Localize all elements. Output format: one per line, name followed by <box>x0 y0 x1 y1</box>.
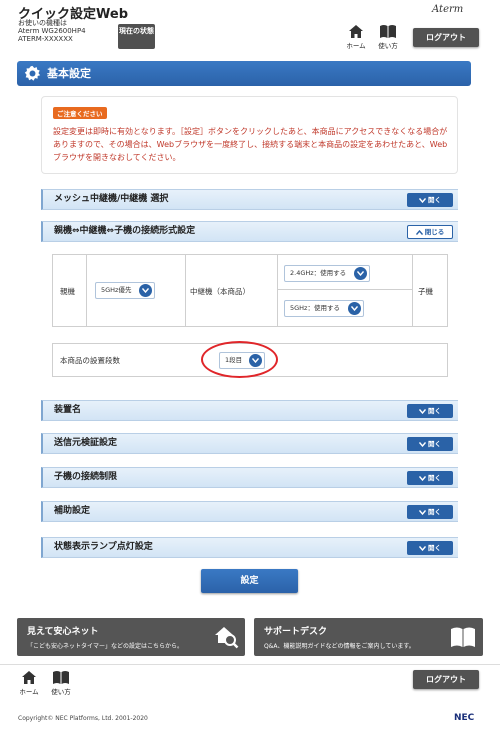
accordion-label: 状態表示ランプ点灯設定 <box>54 542 153 552</box>
install-count-label: 本商品の設置段数 <box>60 356 120 365</box>
home-label: ホーム <box>19 688 39 696</box>
usage-label: 使い方 <box>51 688 71 696</box>
current-status-button[interactable]: 現在の状態 <box>118 24 155 49</box>
accordion-client-restriction[interactable]: 子機の接続制限 開く <box>41 467 458 488</box>
aterm-logo: Aterm <box>432 4 464 15</box>
notice-box: ご注意ください 設定変更は即時に有効となります。［設定］ボタンをクリックしたあと… <box>41 96 458 174</box>
connection-table: 親機 5GHz優先 中継機（本商品） 2.4GHz：使用する 5GHz：使用する… <box>52 254 448 327</box>
accordion-label: 送信元検証設定 <box>54 438 118 448</box>
accordion-source-verification[interactable]: 送信元検証設定 開く <box>41 433 458 454</box>
home-label: ホーム <box>346 42 366 50</box>
open-button[interactable]: 開く <box>407 505 453 519</box>
banner-subtitle: 「こども安心ネットタイマー」などの設定はこちらから。 <box>27 643 184 650</box>
divider <box>277 289 412 290</box>
device-model: Aterm WG2600HP4 <box>18 27 86 35</box>
usage-nav[interactable]: 使い方 <box>374 24 402 52</box>
chevron-up-icon <box>415 229 423 235</box>
chevron-down-icon <box>418 408 427 414</box>
home-icon <box>349 25 363 38</box>
accordion-label: 補助設定 <box>54 506 91 516</box>
footer-usage-nav[interactable]: 使い方 <box>47 670 75 698</box>
accordion-label: 子機の接続制限 <box>54 472 118 482</box>
logout-button[interactable]: ログアウト <box>413 28 479 47</box>
banner-subtitle: Q&A、機能説明ガイドなどの情報をご案内しています。 <box>264 643 415 650</box>
open-button[interactable]: 開く <box>407 193 453 207</box>
accordion-label: メッシュ中継機/中継機 選択 <box>54 194 169 204</box>
book-icon <box>451 627 475 647</box>
open-button[interactable]: 開く <box>407 471 453 485</box>
book-icon <box>53 671 69 684</box>
chevron-down-icon <box>418 545 427 551</box>
close-button[interactable]: 閉じる <box>407 225 453 239</box>
parent-band-select[interactable]: 5GHz優先 <box>95 282 155 299</box>
repeater-5ghz-select[interactable]: 5GHz：使用する <box>284 300 364 317</box>
device-info: お使いの機種は Aterm WG2600HP4 ATERM-XXXXXX <box>18 19 86 43</box>
accordion-device-name[interactable]: 装置名 開く <box>41 400 458 421</box>
magnifier-house-icon <box>215 627 239 649</box>
divider <box>277 255 278 326</box>
parent-label: 親機 <box>60 287 75 296</box>
open-button[interactable]: 開く <box>407 404 453 418</box>
repeater-24ghz-select[interactable]: 2.4GHz：使用する <box>284 265 370 282</box>
apply-button[interactable]: 設定 <box>201 569 298 593</box>
open-button[interactable]: 開く <box>407 541 453 555</box>
support-desk-banner[interactable]: サポートデスク Q&A、機能説明ガイドなどの情報をご案内しています。 <box>254 618 483 656</box>
repeater-label: 中継機（本商品） <box>190 287 250 296</box>
accordion-status-lamp[interactable]: 状態表示ランプ点灯設定 開く <box>41 537 458 558</box>
divider <box>185 255 186 326</box>
banner-title: 見えて安心ネット <box>27 627 99 637</box>
accordion-mesh-select[interactable]: メッシュ中継機/中継機 選択 開く <box>41 189 458 210</box>
device-caption: お使いの機種は <box>18 19 67 27</box>
gear-icon <box>24 65 41 81</box>
section-title: 基本設定 <box>47 67 91 80</box>
banner-title: サポートデスク <box>264 627 328 637</box>
footer-logout-button[interactable]: ログアウト <box>413 670 479 689</box>
highlight-circle <box>201 341 278 378</box>
accordion-label: 親機⇔中継機⇔子機の接続形式設定 <box>54 226 196 236</box>
nec-logo: NEC <box>454 713 475 723</box>
home-icon <box>22 671 36 684</box>
accordion-connection-type[interactable]: 親機⇔中継機⇔子機の接続形式設定 閉じる <box>41 221 458 242</box>
section-header: 基本設定 <box>17 61 471 86</box>
accordion-label: 装置名 <box>54 405 82 415</box>
usage-label: 使い方 <box>378 42 398 50</box>
notice-text: 設定変更は即時に有効となります。［設定］ボタンをクリックしたあと、本商品にアクセ… <box>53 127 448 162</box>
child-label: 子機 <box>418 287 433 296</box>
chevron-down-icon <box>354 267 367 280</box>
open-button[interactable]: 開く <box>407 437 453 451</box>
home-nav[interactable]: ホーム <box>342 24 370 52</box>
safe-net-banner[interactable]: 見えて安心ネット 「こども安心ネットタイマー」などの設定はこちらから。 <box>17 618 245 656</box>
copyright: Copyright© NEC Platforms, Ltd. 2001-2020 <box>18 715 148 722</box>
divider <box>86 255 87 326</box>
device-id: ATERM-XXXXXX <box>18 35 73 43</box>
accordion-auxiliary[interactable]: 補助設定 開く <box>41 501 458 522</box>
chevron-down-icon <box>348 302 361 315</box>
divider <box>412 255 413 326</box>
notice-badge: ご注意ください <box>53 107 107 119</box>
chevron-down-icon <box>418 475 427 481</box>
chevron-down-icon <box>418 197 427 203</box>
chevron-down-icon <box>418 509 427 515</box>
book-icon <box>380 25 396 38</box>
chevron-down-icon <box>418 441 427 447</box>
footer-home-nav[interactable]: ホーム <box>15 670 43 698</box>
chevron-down-icon <box>139 284 152 297</box>
footer-divider <box>0 664 500 665</box>
